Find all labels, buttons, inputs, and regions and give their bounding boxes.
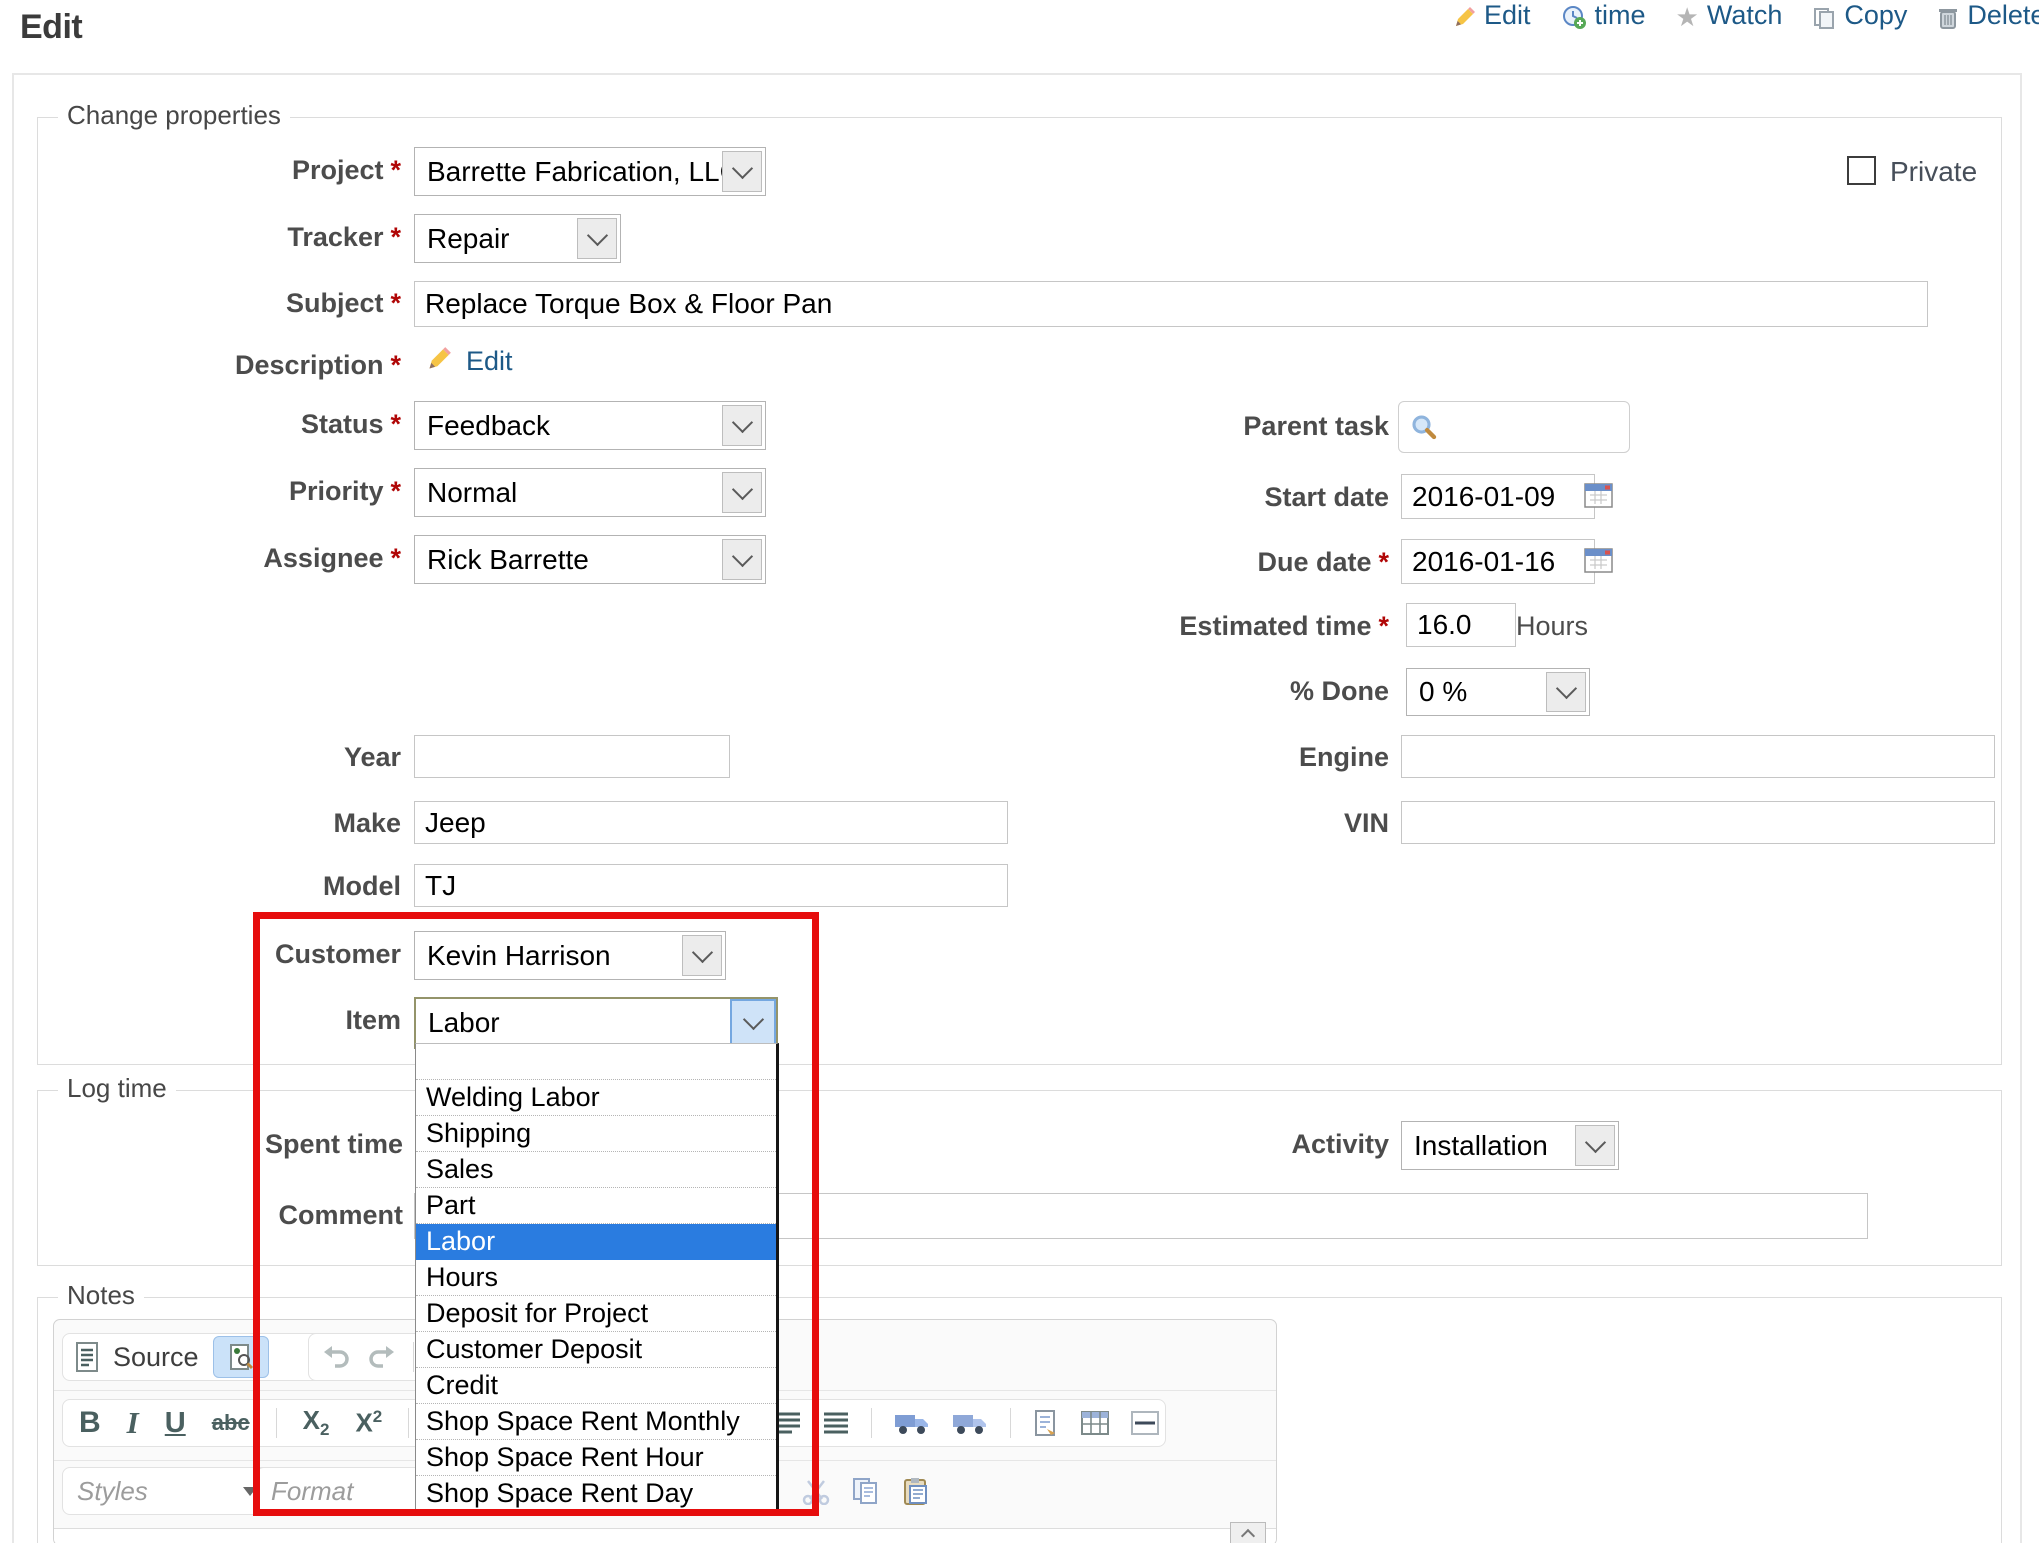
chevron-down-icon[interactable] <box>1546 672 1586 712</box>
annotation-highlight-box <box>253 912 819 1516</box>
estimated-time-unit: Hours <box>1516 611 1588 642</box>
status-label: Status* <box>71 409 401 440</box>
copy-doc-icon[interactable] <box>852 1477 880 1505</box>
calendar-icon[interactable] <box>1584 546 1614 574</box>
block-toolbar-buttons <box>775 1400 1159 1446</box>
justify-icon[interactable] <box>823 1411 849 1435</box>
chevron-down-icon[interactable] <box>1575 1125 1615 1166</box>
chevron-down-icon[interactable] <box>722 405 762 446</box>
parent-task-input[interactable] <box>1398 401 1630 453</box>
source-button[interactable]: Source <box>113 1342 199 1373</box>
percent-done-select[interactable]: 0 % <box>1406 668 1590 716</box>
strikethrough-button[interactable]: abc <box>212 1410 250 1436</box>
priority-select[interactable]: Normal <box>414 468 766 517</box>
italic-button[interactable]: I <box>127 1405 139 1441</box>
underline-button[interactable]: U <box>165 1407 186 1440</box>
calendar-icon[interactable] <box>1584 481 1614 509</box>
bold-button[interactable]: B <box>79 1406 101 1440</box>
log-time-legend: Log time <box>58 1073 176 1104</box>
vin-input[interactable] <box>1401 801 1995 844</box>
preview-icon <box>228 1343 254 1371</box>
toolbar-separator <box>871 1408 872 1438</box>
chevron-down-icon[interactable] <box>722 151 762 192</box>
private-label: Private <box>1890 156 1977 188</box>
due-date-label: Due date* <box>1059 547 1389 578</box>
estimated-time-input[interactable]: 16.0 <box>1406 603 1516 647</box>
activity-label: Activity <box>1059 1129 1389 1160</box>
tracker-select[interactable]: Repair <box>414 214 621 263</box>
engine-input[interactable] <box>1401 735 1995 778</box>
make-input[interactable]: Jeep <box>414 801 1008 844</box>
start-date-input[interactable]: 2016-01-09 <box>1401 474 1595 519</box>
collapse-toolbar-icon[interactable] <box>1230 1522 1266 1543</box>
subject-input[interactable]: Replace Torque Box & Floor Pan <box>414 281 1928 327</box>
start-date-label: Start date <box>1059 482 1389 513</box>
pencil-icon <box>1452 6 1476 30</box>
table-icon[interactable] <box>1081 1410 1109 1436</box>
due-date-input[interactable]: 2016-01-16 <box>1401 539 1595 584</box>
model-label: Model <box>71 871 401 902</box>
page-title: Edit <box>20 8 82 47</box>
activity-select[interactable]: Installation <box>1401 1121 1619 1170</box>
model-input[interactable]: TJ <box>414 864 1008 907</box>
pencil-icon <box>425 346 452 373</box>
source-icon <box>75 1342 99 1372</box>
toolbar-separator <box>1010 1408 1011 1438</box>
star-icon: ★ <box>1676 4 1699 30</box>
estimated-time-label: Estimated time* <box>1059 611 1389 642</box>
year-input[interactable] <box>414 735 730 778</box>
edit-action-link[interactable]: Edit <box>1452 0 1531 30</box>
engine-label: Engine <box>1059 742 1389 773</box>
parent-task-label: Parent task <box>1059 411 1389 442</box>
status-select[interactable]: Feedback <box>414 401 766 450</box>
watch-action-link[interactable]: ★ Watch <box>1676 0 1783 30</box>
clipboard-toolbar-buttons <box>802 1467 930 1515</box>
description-label: Description* <box>71 350 401 381</box>
tracker-label: Tracker* <box>71 222 401 253</box>
styles-dropdown[interactable]: Styles <box>62 1467 272 1515</box>
priority-label: Priority* <box>71 476 401 507</box>
chevron-down-icon[interactable] <box>722 539 762 580</box>
issue-action-toolbar: Edit Log time ★ Watch Copy Delete <box>1452 0 2039 30</box>
clock-add-icon <box>1561 4 1587 30</box>
assignee-select[interactable]: Rick Barrette <box>414 535 766 584</box>
copy-action-link[interactable]: Copy <box>1812 0 1907 30</box>
copy-icon <box>1812 6 1836 30</box>
project-label: Project* <box>71 155 401 186</box>
truck-icon[interactable] <box>952 1410 988 1436</box>
year-label: Year <box>71 742 401 773</box>
make-label: Make <box>71 808 401 839</box>
notes-legend: Notes <box>58 1280 144 1311</box>
paste-page-icon[interactable] <box>1033 1409 1059 1437</box>
hr-icon[interactable] <box>1131 1410 1159 1436</box>
log-time-action-link[interactable]: Log time <box>1561 0 1646 30</box>
chevron-down-icon[interactable] <box>722 472 762 513</box>
assignee-label: Assignee* <box>71 543 401 574</box>
project-select[interactable]: Barrette Fabrication, LLC <box>414 147 766 196</box>
private-checkbox[interactable] <box>1847 156 1876 185</box>
paste-icon[interactable] <box>902 1477 930 1505</box>
description-edit-link[interactable]: Edit <box>466 346 513 377</box>
subject-label: Subject* <box>71 288 401 319</box>
search-icon <box>1409 412 1439 442</box>
truck-icon[interactable] <box>894 1410 930 1436</box>
issue-edit-page: Edit Log time ★ Watch Copy Delete Edit <box>0 0 2039 1543</box>
change-properties-legend: Change properties <box>58 100 290 131</box>
chevron-down-icon[interactable] <box>577 218 617 259</box>
trash-icon <box>1937 6 1959 30</box>
vin-label: VIN <box>1059 808 1389 839</box>
percent-done-label: % Done <box>1059 676 1389 707</box>
editor-content-area[interactable] <box>54 1528 1276 1543</box>
delete-action-link[interactable]: Delete <box>1937 0 2039 30</box>
